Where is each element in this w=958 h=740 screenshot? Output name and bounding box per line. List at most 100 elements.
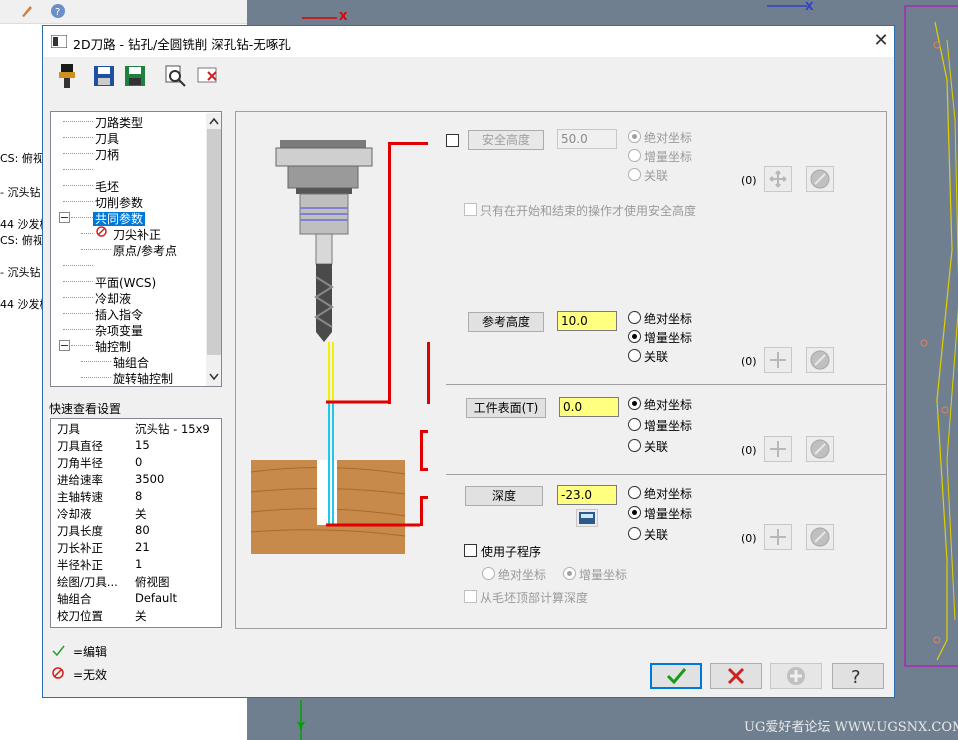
chevron-up-icon[interactable] bbox=[209, 117, 219, 125]
safe-height-field[interactable]: 50.0 bbox=[557, 129, 617, 149]
surface-abs-radio[interactable] bbox=[628, 397, 641, 410]
depth-clear-button[interactable] bbox=[806, 524, 834, 550]
ref-inc-radio[interactable] bbox=[628, 330, 641, 343]
use-subprogram-checkbox[interactable] bbox=[464, 544, 477, 557]
parameter-tree[interactable]: 刀路类型 刀具 刀柄 毛坯 切削参数 共同参数 刀尖补正 原点/参考点 平面(W… bbox=[50, 111, 222, 387]
safe-inc-radio[interactable] bbox=[628, 149, 641, 162]
sub-inc-radio[interactable] bbox=[563, 567, 576, 580]
tool-icon[interactable] bbox=[55, 64, 79, 88]
safe-height-button[interactable]: 安全高度 bbox=[468, 130, 544, 150]
safe-clear-button[interactable] bbox=[806, 166, 834, 192]
sub-inc-label: 增量坐标 bbox=[579, 568, 628, 582]
depth-abs-radio[interactable] bbox=[628, 486, 641, 499]
preview-icon[interactable] bbox=[163, 64, 187, 88]
save-icon[interactable] bbox=[92, 64, 116, 88]
sub-abs-radio[interactable] bbox=[482, 567, 495, 580]
tree-item-coolant[interactable]: 冷却液 bbox=[95, 290, 131, 307]
save-as-icon[interactable] bbox=[123, 64, 147, 88]
quick-value: 俯视图 bbox=[135, 575, 170, 589]
tree-item-label: 旋转轴控制 bbox=[113, 372, 174, 386]
ref-count: (0) bbox=[741, 355, 757, 368]
ref-height-field[interactable]: 10.0 bbox=[557, 311, 617, 331]
tree-scrollbar[interactable] bbox=[206, 113, 221, 386]
surface-inc-radio[interactable] bbox=[628, 418, 641, 431]
help-icon: ? bbox=[51, 4, 65, 18]
depth-select-point-button[interactable] bbox=[764, 524, 792, 550]
ref-assoc-radio[interactable] bbox=[628, 349, 641, 362]
tree-item-label: 轴组合 bbox=[113, 356, 150, 370]
tree-item-tool[interactable]: 刀具 bbox=[95, 130, 119, 147]
tree-item-label: 刀尖补正 bbox=[113, 228, 162, 242]
ok-button[interactable] bbox=[650, 663, 702, 689]
from-stock-checkbox[interactable] bbox=[464, 590, 477, 603]
surface-select-point-button[interactable] bbox=[764, 436, 792, 462]
safe-assoc-radio[interactable] bbox=[628, 168, 641, 181]
safe-only-start-end-label: 只有在开始和结束的操作才使用安全高度 bbox=[480, 204, 697, 218]
help-button[interactable]: ? bbox=[832, 663, 884, 689]
tree-item-axis-combo[interactable]: 轴组合 bbox=[113, 354, 149, 371]
tree-item-cut-params[interactable]: 切削参数 bbox=[95, 194, 143, 211]
tree-item-stock[interactable]: 毛坯 bbox=[95, 178, 119, 195]
title-bar[interactable]: 2D刀路 - 钻孔/全圆铣削 深孔钻-无啄孔 ✕ bbox=[43, 26, 894, 57]
background-toolbar: ? bbox=[0, 0, 247, 24]
safe-assoc-label: 关联 bbox=[644, 169, 669, 183]
ref-abs-radio[interactable] bbox=[628, 311, 641, 324]
apply-button[interactable] bbox=[770, 663, 822, 689]
ref-select-point-button[interactable] bbox=[764, 347, 792, 373]
depth-inc-label: 增量坐标 bbox=[644, 507, 693, 521]
chevron-down-icon[interactable] bbox=[209, 373, 219, 381]
quick-view-table: 刀具 沉头钻 - 15x9 刀具直径 15 刀角半径 0 进给速率 3500 主轴转速 8… bbox=[50, 418, 222, 628]
top-of-stock-field[interactable]: 0.0 bbox=[559, 397, 619, 417]
toolpath-dialog: 2D刀路 - 钻孔/全圆铣削 深孔钻-无啄孔 ✕ 刀路类型 刀具 刀柄 毛坯 切… bbox=[42, 25, 895, 698]
depth-inc-radio[interactable] bbox=[628, 506, 641, 519]
crosshair-icon bbox=[770, 529, 786, 545]
ref-clear-button[interactable] bbox=[806, 347, 834, 373]
tree-item-axis-control[interactable]: 轴控制 bbox=[95, 338, 131, 355]
tree-item-plane[interactable]: 平面(WCS) bbox=[95, 274, 156, 291]
surface-assoc-radio[interactable] bbox=[628, 439, 641, 452]
quick-key: 半径补正 bbox=[57, 558, 103, 572]
bg-item: CS: 俯视 bbox=[0, 152, 44, 165]
svg-text:?: ? bbox=[851, 667, 861, 688]
depth-field[interactable]: -23.0 bbox=[557, 485, 617, 505]
ref-height-button[interactable]: 参考高度 bbox=[468, 312, 544, 332]
use-subprogram-label: 使用子程序 bbox=[481, 545, 542, 559]
tree-item-toolpath-type[interactable]: 刀路类型 bbox=[95, 114, 143, 131]
tree-item-tip-comp[interactable]: 刀尖补正 bbox=[113, 226, 161, 243]
tree-item-common-params[interactable]: 共同参数 bbox=[93, 210, 146, 227]
pencil-icon bbox=[22, 6, 32, 17]
surface-clear-button[interactable] bbox=[806, 436, 834, 462]
safe-select-point-button[interactable] bbox=[764, 166, 792, 192]
scroll-thumb[interactable] bbox=[207, 129, 221, 355]
surface-assoc-label: 关联 bbox=[644, 440, 669, 454]
close-button[interactable]: ✕ bbox=[869, 28, 893, 54]
quick-value: 8 bbox=[135, 489, 143, 503]
tree-item-holder[interactable]: 刀柄 bbox=[95, 146, 119, 163]
ref-assoc-label: 关联 bbox=[644, 350, 669, 364]
depth-button[interactable]: 深度 bbox=[465, 486, 543, 506]
calculator-icon bbox=[579, 512, 595, 524]
collapse-icon[interactable] bbox=[59, 340, 70, 351]
tree-item-misc-values[interactable]: 杂项变量 bbox=[95, 322, 143, 339]
safe-height-checkbox[interactable] bbox=[446, 134, 459, 147]
from-stock-label: 从毛坯顶部计算深度 bbox=[480, 591, 589, 605]
collapse-icon[interactable] bbox=[59, 212, 70, 223]
surface-abs-label: 绝对坐标 bbox=[644, 398, 693, 412]
tree-item-rotary-axis[interactable]: 旋转轴控制 bbox=[113, 370, 174, 386]
safe-abs-radio[interactable] bbox=[628, 130, 641, 143]
depth-assoc-radio[interactable] bbox=[628, 527, 641, 540]
safe-only-start-end-checkbox[interactable] bbox=[464, 203, 477, 216]
help-icon: ? bbox=[851, 667, 861, 688]
quick-value: Default bbox=[135, 591, 178, 605]
top-of-stock-button[interactable]: 工件表面(T) bbox=[466, 398, 546, 418]
tree-item-home-ref[interactable]: 原点/参考点 bbox=[113, 242, 177, 259]
depth-calculator-button[interactable] bbox=[576, 509, 598, 527]
tree-item-label: 切削参数 bbox=[95, 196, 144, 210]
window-icon bbox=[51, 35, 67, 48]
delete-icon[interactable] bbox=[196, 64, 220, 88]
tree-item-insert-code[interactable]: 插入指令 bbox=[95, 306, 143, 323]
y-axis-label: Y bbox=[297, 720, 305, 733]
legend-invalid: =无效 bbox=[73, 668, 108, 682]
cancel-button[interactable] bbox=[710, 663, 762, 689]
ref-inc-label: 增量坐标 bbox=[644, 331, 693, 345]
